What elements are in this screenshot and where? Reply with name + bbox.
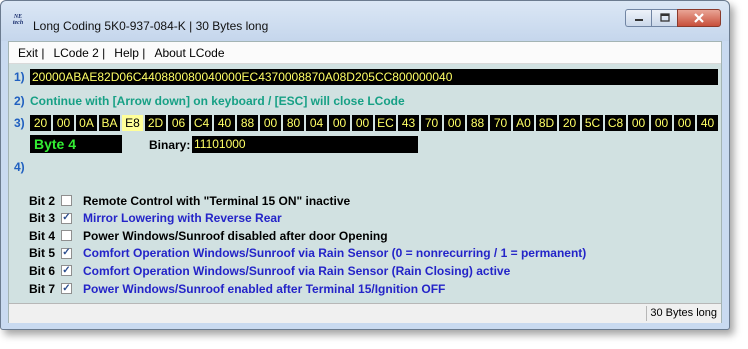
byte-cell[interactable]: E8 xyxy=(122,115,143,131)
byte-cell[interactable]: 8D xyxy=(536,115,557,131)
logo-text-bottom: tech xyxy=(12,20,24,26)
status-text: 30 Bytes long xyxy=(650,307,717,319)
bit-name: Bit 5 xyxy=(29,246,56,261)
byte-cell[interactable]: 00 xyxy=(352,115,373,131)
lcode-window: NE tech Long Coding 5K0-937-084-K | 30 B… xyxy=(0,0,730,330)
byte-cell[interactable]: 20 xyxy=(559,115,580,131)
bit-name: Bit 7 xyxy=(29,281,56,296)
byte-cell[interactable]: C8 xyxy=(605,115,626,131)
bit-description[interactable]: Power Windows/Sunroof disabled after doo… xyxy=(83,229,388,243)
row-number-3: 3) xyxy=(14,116,25,130)
row-number-4: 4) xyxy=(14,160,25,174)
status-divider xyxy=(646,306,647,321)
byte-cell[interactable]: 06 xyxy=(168,115,189,131)
byte-cell[interactable]: 88 xyxy=(467,115,488,131)
bit-checkbox[interactable]: ✓ xyxy=(61,247,72,259)
menu-lcode2[interactable]: LCode 2 | xyxy=(44,46,105,60)
bit-row: Bit 3 ✓ Mirror Lowering with Reverse Rear xyxy=(29,210,282,227)
bit-checkbox[interactable]: ✓ xyxy=(61,212,72,224)
bit-description[interactable]: Mirror Lowering with Reverse Rear xyxy=(83,211,282,225)
byte-cell[interactable]: 00 xyxy=(260,115,281,131)
bit-row: Bit 4 Power Windows/Sunroof disabled afte… xyxy=(29,227,388,244)
byte-cell[interactable]: EC xyxy=(375,115,396,131)
byte-cell[interactable]: 20 xyxy=(30,115,51,131)
menu-help[interactable]: Help | xyxy=(105,46,145,60)
byte-cell[interactable]: 88 xyxy=(237,115,258,131)
binary-label: Binary: xyxy=(149,138,191,152)
byte-cell[interactable]: 00 xyxy=(674,115,695,131)
bit-row: Bit 2 Remote Control with "Terminal 15 ON… xyxy=(29,192,350,209)
main-panel: Exit | LCode 2 | Help | About LCode 1) 2… xyxy=(8,41,722,323)
byte-cell[interactable]: 00 xyxy=(444,115,465,131)
bit-name: Bit 2 xyxy=(29,193,56,208)
menu-about[interactable]: About LCode xyxy=(145,46,224,60)
bit-description[interactable]: Power Windows/Sunroof enabled after Term… xyxy=(83,282,445,296)
row-number-1: 1) xyxy=(14,70,25,84)
byte-cell[interactable]: 40 xyxy=(214,115,235,131)
byte-cell[interactable]: 43 xyxy=(398,115,419,131)
byte-cell[interactable]: C4 xyxy=(191,115,212,131)
byte-cell[interactable]: 5C xyxy=(582,115,603,131)
checkmark-icon: ✓ xyxy=(62,282,71,294)
bit-name: Bit 3 xyxy=(29,211,56,226)
byte-cell[interactable]: 00 xyxy=(651,115,672,131)
byte-cell[interactable]: A0 xyxy=(513,115,534,131)
bit-checkbox[interactable]: ✓ xyxy=(61,283,72,294)
byte-cell[interactable]: 04 xyxy=(306,115,327,131)
binary-value-field[interactable]: 11101000 xyxy=(192,136,418,153)
menu-exit[interactable]: Exit | xyxy=(9,46,44,60)
app-logo-icon: NE tech xyxy=(10,14,26,30)
close-icon xyxy=(694,13,704,23)
maximize-icon xyxy=(659,13,670,22)
status-bar: 30 Bytes long xyxy=(9,303,721,323)
close-button[interactable] xyxy=(677,9,721,27)
checkmark-icon: ✓ xyxy=(62,212,71,224)
bit-name: Bit 6 xyxy=(29,263,56,278)
byte-cell[interactable]: 0A xyxy=(76,115,97,131)
byte-cell[interactable]: BA xyxy=(99,115,120,131)
window-controls xyxy=(625,9,721,27)
minimize-button[interactable] xyxy=(625,9,651,27)
checkmark-icon: ✓ xyxy=(62,264,71,276)
row-number-2: 2) xyxy=(14,94,25,108)
byte-cell[interactable]: 70 xyxy=(490,115,511,131)
byte-cell[interactable]: 40 xyxy=(697,115,718,131)
selected-byte-label: Byte 4 xyxy=(30,135,122,153)
bit-description[interactable]: Remote Control with "Terminal 15 ON" ina… xyxy=(83,194,350,208)
bit-row: Bit 6 ✓ Comfort Operation Windows/Sunroof … xyxy=(29,262,510,279)
bit-checkbox[interactable] xyxy=(61,230,72,242)
bit-checkbox[interactable]: ✓ xyxy=(61,264,72,277)
minimize-icon xyxy=(634,19,643,21)
bit-checkbox[interactable] xyxy=(61,195,72,206)
menu-bar: Exit | LCode 2 | Help | About LCode xyxy=(9,42,721,64)
bit-description[interactable]: Comfort Operation Windows/Sunroof via Ra… xyxy=(83,264,510,278)
byte-cell[interactable]: 2D xyxy=(145,115,166,131)
instruction-text: Continue with [Arrow down] on keyboard /… xyxy=(30,94,405,108)
maximize-button[interactable] xyxy=(651,9,677,27)
byte-cell[interactable]: 00 xyxy=(53,115,74,131)
bit-name: Bit 4 xyxy=(29,228,56,243)
byte-cell[interactable]: 00 xyxy=(628,115,649,131)
coding-hex-field[interactable]: 20000ABAE82D06C440880080040000EC43700088… xyxy=(30,69,718,85)
byte-cell[interactable]: 00 xyxy=(329,115,350,131)
checkmark-icon: ✓ xyxy=(62,247,71,259)
window-title: Long Coding 5K0-937-084-K | 30 Bytes lon… xyxy=(33,19,269,33)
bit-row: Bit 5 ✓ Comfort Operation Windows/Sunroof … xyxy=(29,245,586,262)
bit-description[interactable]: Comfort Operation Windows/Sunroof via Ra… xyxy=(83,246,586,260)
bit-row: Bit 7 ✓ Power Windows/Sunroof enabled afte… xyxy=(29,280,445,297)
byte-cell[interactable]: 80 xyxy=(283,115,304,131)
byte-cell[interactable]: 70 xyxy=(421,115,442,131)
title-bar[interactable]: NE tech Long Coding 5K0-937-084-K | 30 B… xyxy=(1,1,729,41)
byte-strip: 20 00 0A BA E8 2D 06 C4 40 88 00 80 04 00 00 EC 43 70 00 88… xyxy=(30,115,720,131)
